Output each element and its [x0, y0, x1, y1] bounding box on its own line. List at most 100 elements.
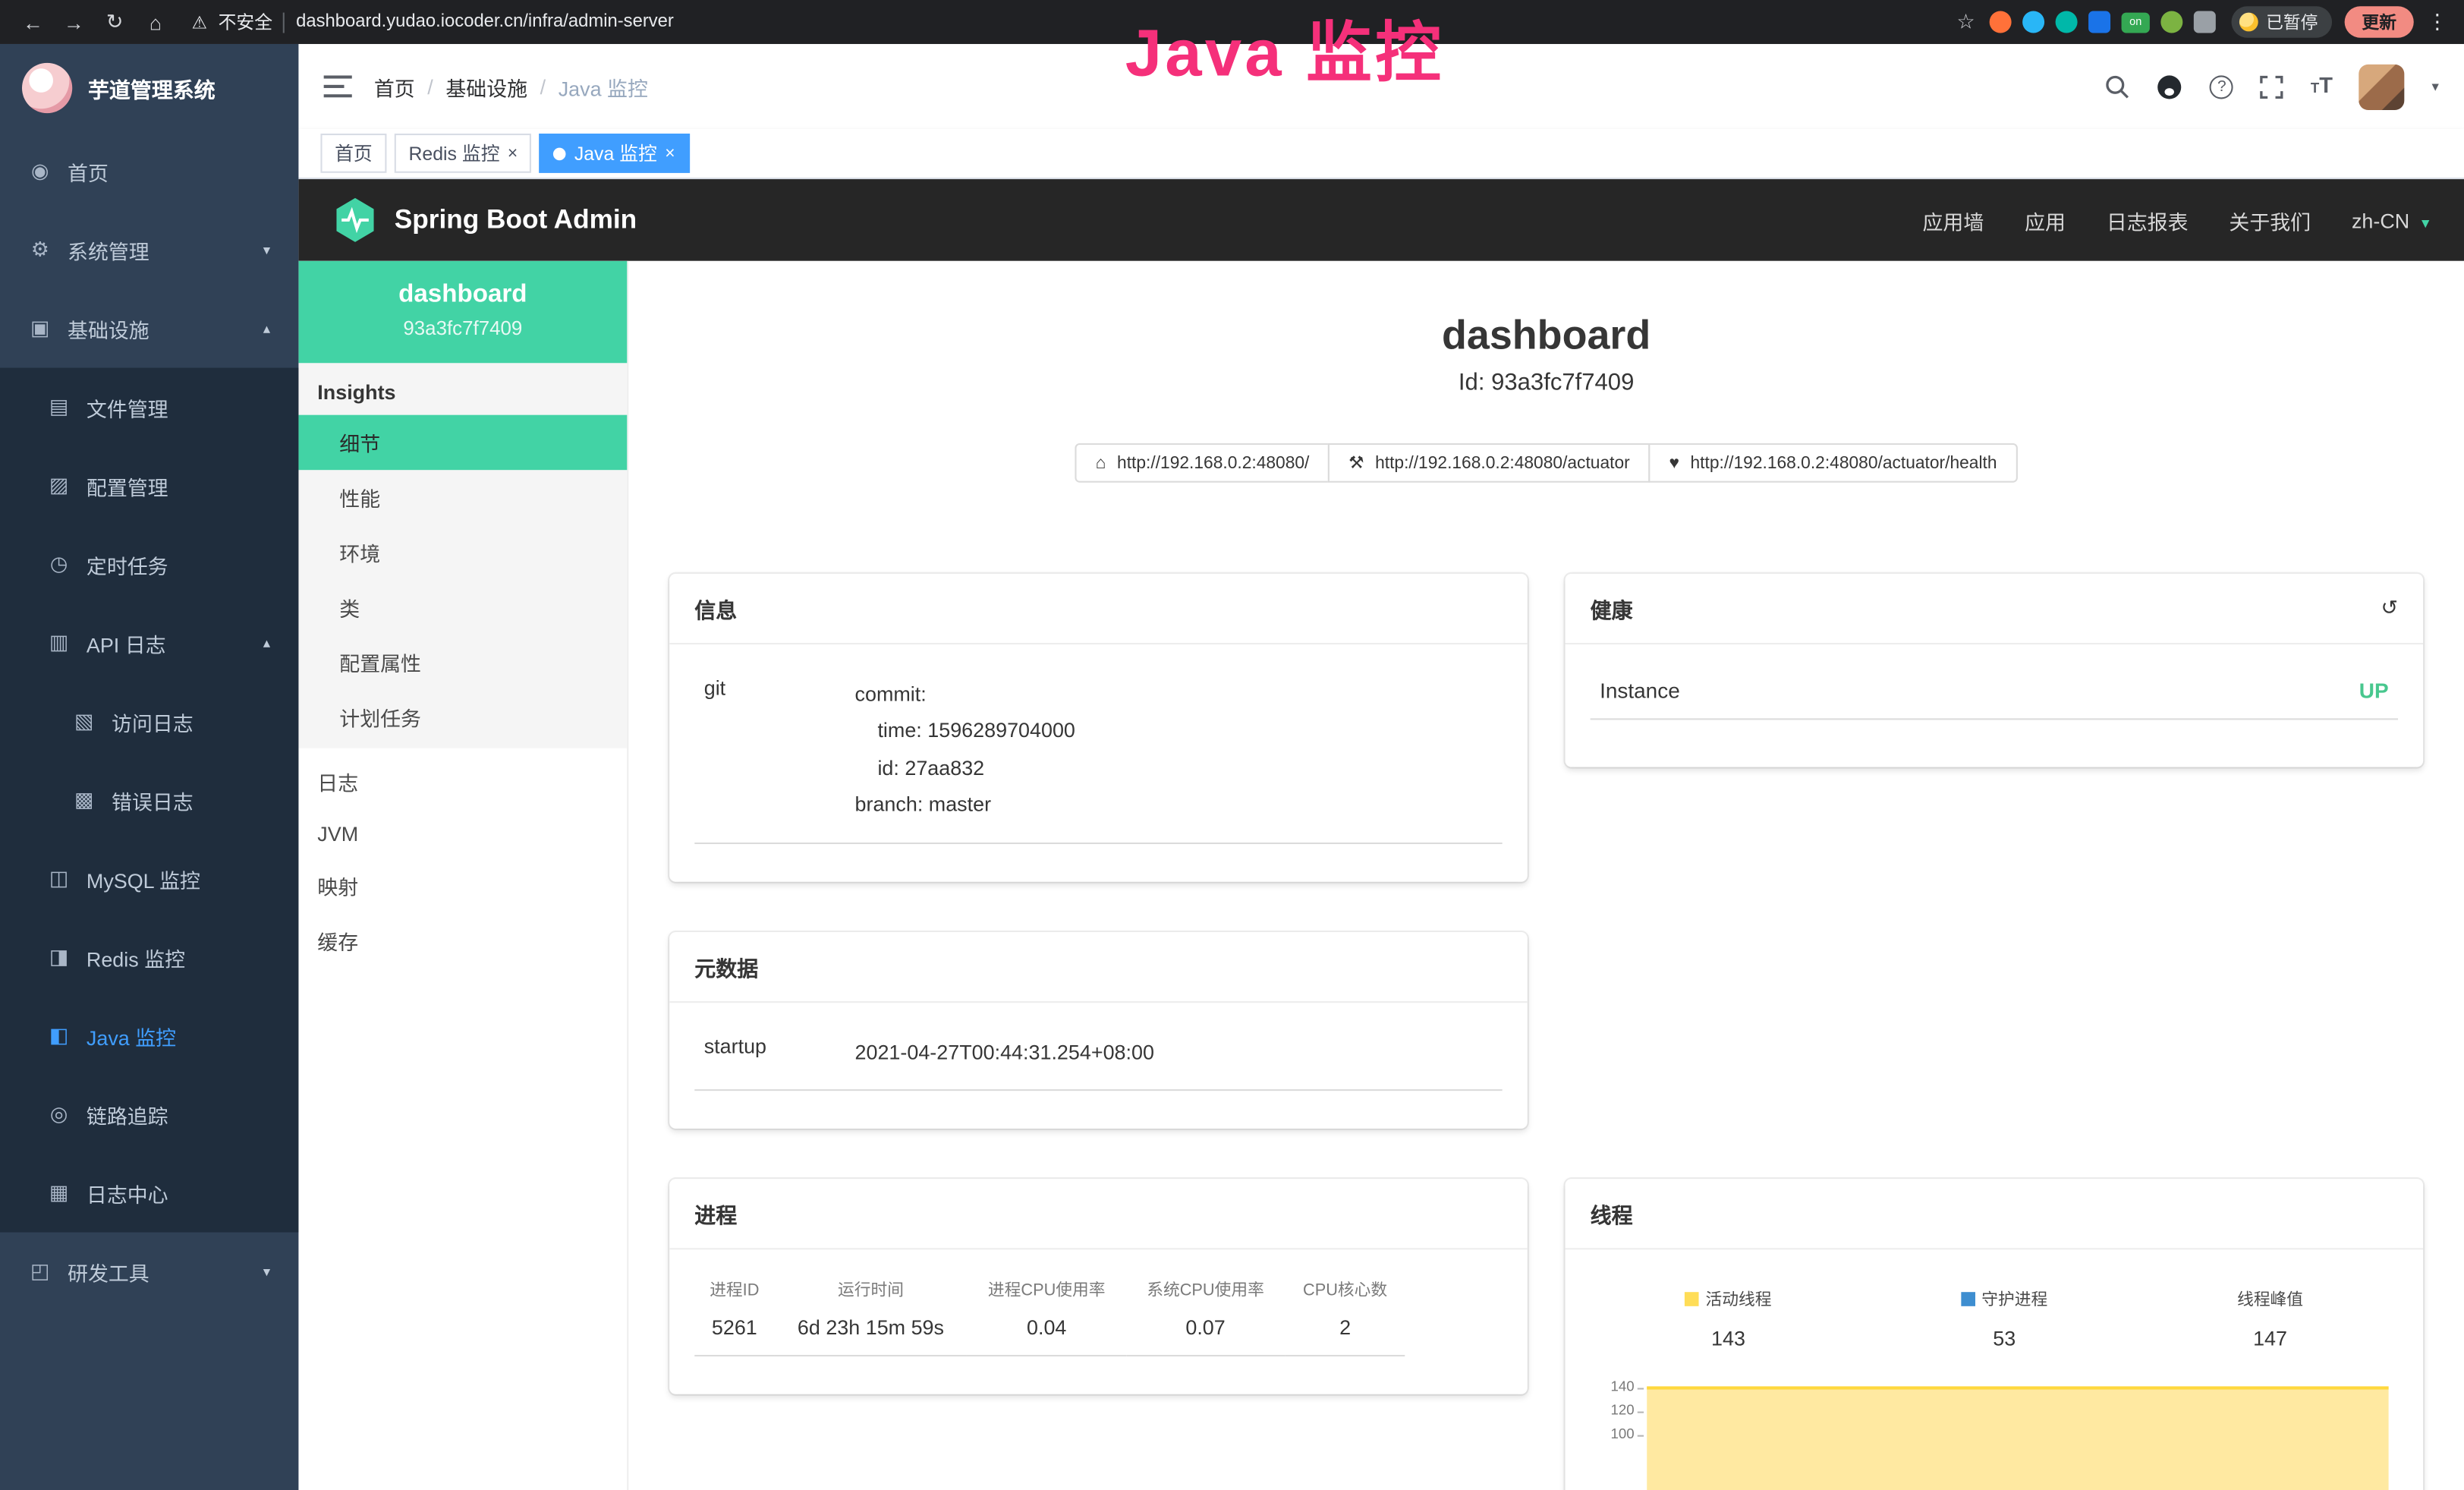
sidebar-item-label: 系统管理 — [68, 235, 149, 265]
text-size-icon[interactable]: TT — [2311, 72, 2333, 100]
instance-id: 93a3fc7f7409 — [298, 317, 627, 339]
sidebar-item-redis-monitor[interactable]: ◨ Redis 监控 — [0, 918, 298, 997]
instance-header[interactable]: dashboard 93a3fc7f7409 — [298, 261, 627, 364]
sidebar-item-java-monitor[interactable]: ◧ Java 监控 — [0, 997, 298, 1076]
sidebar-item-link-tracing[interactable]: ◎ 链路追踪 — [0, 1075, 298, 1154]
sba-item-config-properties[interactable]: 配置属性 — [298, 635, 627, 690]
sidebar-item-log-center[interactable]: ▦ 日志中心 — [0, 1154, 298, 1233]
gear-icon: ⚙ — [28, 238, 52, 263]
user-avatar[interactable] — [2359, 64, 2405, 109]
browser-menu-icon[interactable]: ⋮ — [2426, 9, 2448, 34]
url-text[interactable]: dashboard.yudao.iocoder.cn/infra/admin-s… — [296, 13, 674, 32]
sidebar-item-api-logs[interactable]: ▥ API 日志 ▴ — [0, 603, 298, 682]
sidebar-item-access-logs[interactable]: ▧ 访问日志 — [0, 682, 298, 761]
sidebar-item-error-logs[interactable]: ▩ 错误日志 — [0, 761, 298, 840]
sidebar-item-label: 研发工具 — [68, 1257, 149, 1287]
card-title: 健康 — [1591, 593, 1633, 624]
spring-boot-admin-logo[interactable] — [333, 198, 377, 242]
sba-item-beans[interactable]: 类 — [298, 580, 627, 635]
home-icon: ⌂ — [1096, 453, 1106, 472]
threads-card-body: 活动线程 143 守护进程 — [1566, 1249, 2424, 1490]
sidebar-item-dev-tools[interactable]: ◰ 研发工具 ▾ — [0, 1233, 298, 1312]
github-icon[interactable] — [2157, 73, 2183, 99]
extension-leaf-icon[interactable] — [2160, 11, 2182, 33]
sba-item-loggers[interactable]: 日志 — [298, 754, 627, 809]
tab-home[interactable]: 首页 — [320, 134, 386, 173]
active-threads-area — [1647, 1386, 2388, 1490]
help-icon[interactable]: ? — [2210, 74, 2233, 98]
fullscreen-icon[interactable] — [2261, 74, 2284, 98]
sidebar-item-config-management[interactable]: ▨ 配置管理 — [0, 446, 298, 525]
tags-view-bar: 首页 Redis 监控 × Java 监控 × — [298, 129, 2464, 179]
sba-item-environment[interactable]: 环境 — [298, 525, 627, 580]
breadcrumb-separator: / — [540, 74, 546, 98]
tab-java-monitor[interactable]: Java 监控 × — [540, 134, 689, 173]
breadcrumb-home[interactable]: 首页 — [374, 71, 415, 101]
insights-group: Insights 细节 性能 环境 类 配置属性 计划任务 — [298, 363, 627, 748]
sba-brand-title[interactable]: Spring Boot Admin — [395, 204, 637, 235]
sba-nav-journal[interactable]: 日志报表 — [2107, 205, 2189, 235]
sba-item-jvm[interactable]: JVM — [298, 809, 627, 858]
metadata-card-body: startup 2021-04-27T00:44:31.254+08:00 — [669, 1002, 1528, 1128]
address-bar[interactable]: ⚠ 不安全 dashboard.yudao.iocoder.cn/infra/a… — [179, 9, 1942, 34]
sba-body: dashboard 93a3fc7f7409 Insights 细节 性能 环境… — [298, 261, 2464, 1490]
sba-root-items: 日志 JVM 映射 缓存 — [298, 748, 627, 969]
legend-label: 守护进程 — [1981, 1287, 2047, 1311]
sba-item-details[interactable]: 细节 — [298, 415, 627, 470]
log-center-icon: ▦ — [47, 1180, 71, 1205]
sidebar-item-system-management[interactable]: ⚙ 系统管理 ▾ — [0, 210, 298, 289]
process-value-row: 5261 6d 23h 15m 59s 0.04 0.07 2 — [694, 1308, 1405, 1356]
browser-home-icon[interactable]: ⌂ — [138, 10, 173, 33]
sidebar-item-infrastructure[interactable]: ▣ 基础设施 ▴ — [0, 289, 298, 368]
tab-redis-monitor[interactable]: Redis 监控 × — [395, 134, 532, 173]
process-card-header: 进程 — [669, 1179, 1528, 1249]
sba-item-performance[interactable]: 性能 — [298, 470, 627, 524]
sba-item-mappings[interactable]: 映射 — [298, 858, 627, 913]
reload-icon[interactable]: ↻ — [97, 9, 132, 34]
wrench-icon: ⚒ — [1348, 452, 1364, 473]
extension-teal-icon[interactable] — [2056, 11, 2078, 33]
redis-icon: ◨ — [47, 945, 71, 970]
extension-drop-icon[interactable] — [2022, 11, 2044, 33]
close-icon[interactable]: × — [665, 143, 675, 162]
health-card-body: Instance UP — [1566, 644, 2424, 767]
legend-value: 147 — [2237, 1327, 2303, 1350]
sba-language-select[interactable]: zh-CN ▾ — [2352, 208, 2430, 232]
search-icon[interactable] — [2105, 74, 2130, 99]
sba-nav-applications[interactable]: 应用 — [2025, 205, 2066, 235]
chrome-update-button[interactable]: 更新 — [2345, 6, 2414, 37]
instance-home-link[interactable]: ⌂ http://192.168.0.2:48080/ — [1075, 443, 1330, 483]
back-icon[interactable]: ← — [16, 10, 51, 33]
card-title: 进程 — [694, 1198, 737, 1229]
sidebar-item-home[interactable]: ◉ 首页 — [0, 132, 298, 211]
legend-square-blue-icon — [1961, 1292, 1975, 1306]
history-icon[interactable]: ↺ — [2381, 596, 2398, 621]
process-col-header: 系统CPU使用率 — [1126, 1274, 1285, 1307]
extension-puzzle-icon[interactable] — [2194, 11, 2216, 33]
actuator-link[interactable]: ⚒ http://192.168.0.2:48080/actuator — [1328, 443, 1650, 483]
sidebar-item-file-management[interactable]: ▤ 文件管理 — [0, 368, 298, 447]
bookmark-star-icon[interactable]: ☆ — [1949, 9, 1984, 34]
app-logo-row[interactable]: 芋道管理系统 — [0, 44, 298, 132]
sba-item-caches[interactable]: 缓存 — [298, 913, 627, 968]
sba-nav-about[interactable]: 关于我们 — [2229, 205, 2311, 235]
sidebar-item-mysql-monitor[interactable]: ◫ MySQL 监控 — [0, 840, 298, 918]
extension-on-toggle-icon[interactable]: on — [2122, 12, 2150, 33]
instance-name: dashboard — [298, 282, 627, 310]
info-card-header: 信息 — [669, 574, 1528, 644]
config-icon: ▨ — [47, 473, 71, 498]
security-label[interactable]: 不安全 — [219, 9, 272, 34]
sba-nav-wallboard[interactable]: 应用墙 — [1922, 205, 1984, 235]
avatar-caret-icon[interactable]: ▾ — [2431, 78, 2438, 96]
close-icon[interactable]: × — [508, 143, 518, 162]
sba-item-scheduled-tasks[interactable]: 计划任务 — [298, 690, 627, 745]
sidebar-item-scheduled-jobs[interactable]: ◷ 定时任务 — [0, 525, 298, 604]
paused-badge[interactable]: 已暂停 — [2232, 6, 2333, 37]
health-link[interactable]: ♥ http://192.168.0.2:48080/actuator/heal… — [1649, 443, 2018, 483]
extension-grid-icon[interactable] — [2088, 11, 2110, 33]
breadcrumb-infrastructure[interactable]: 基础设施 — [445, 71, 527, 101]
forward-icon[interactable]: → — [57, 10, 92, 33]
mysql-icon: ◫ — [47, 866, 71, 891]
hamburger-icon[interactable] — [324, 75, 352, 97]
extension-fox-icon[interactable] — [1990, 11, 2012, 33]
